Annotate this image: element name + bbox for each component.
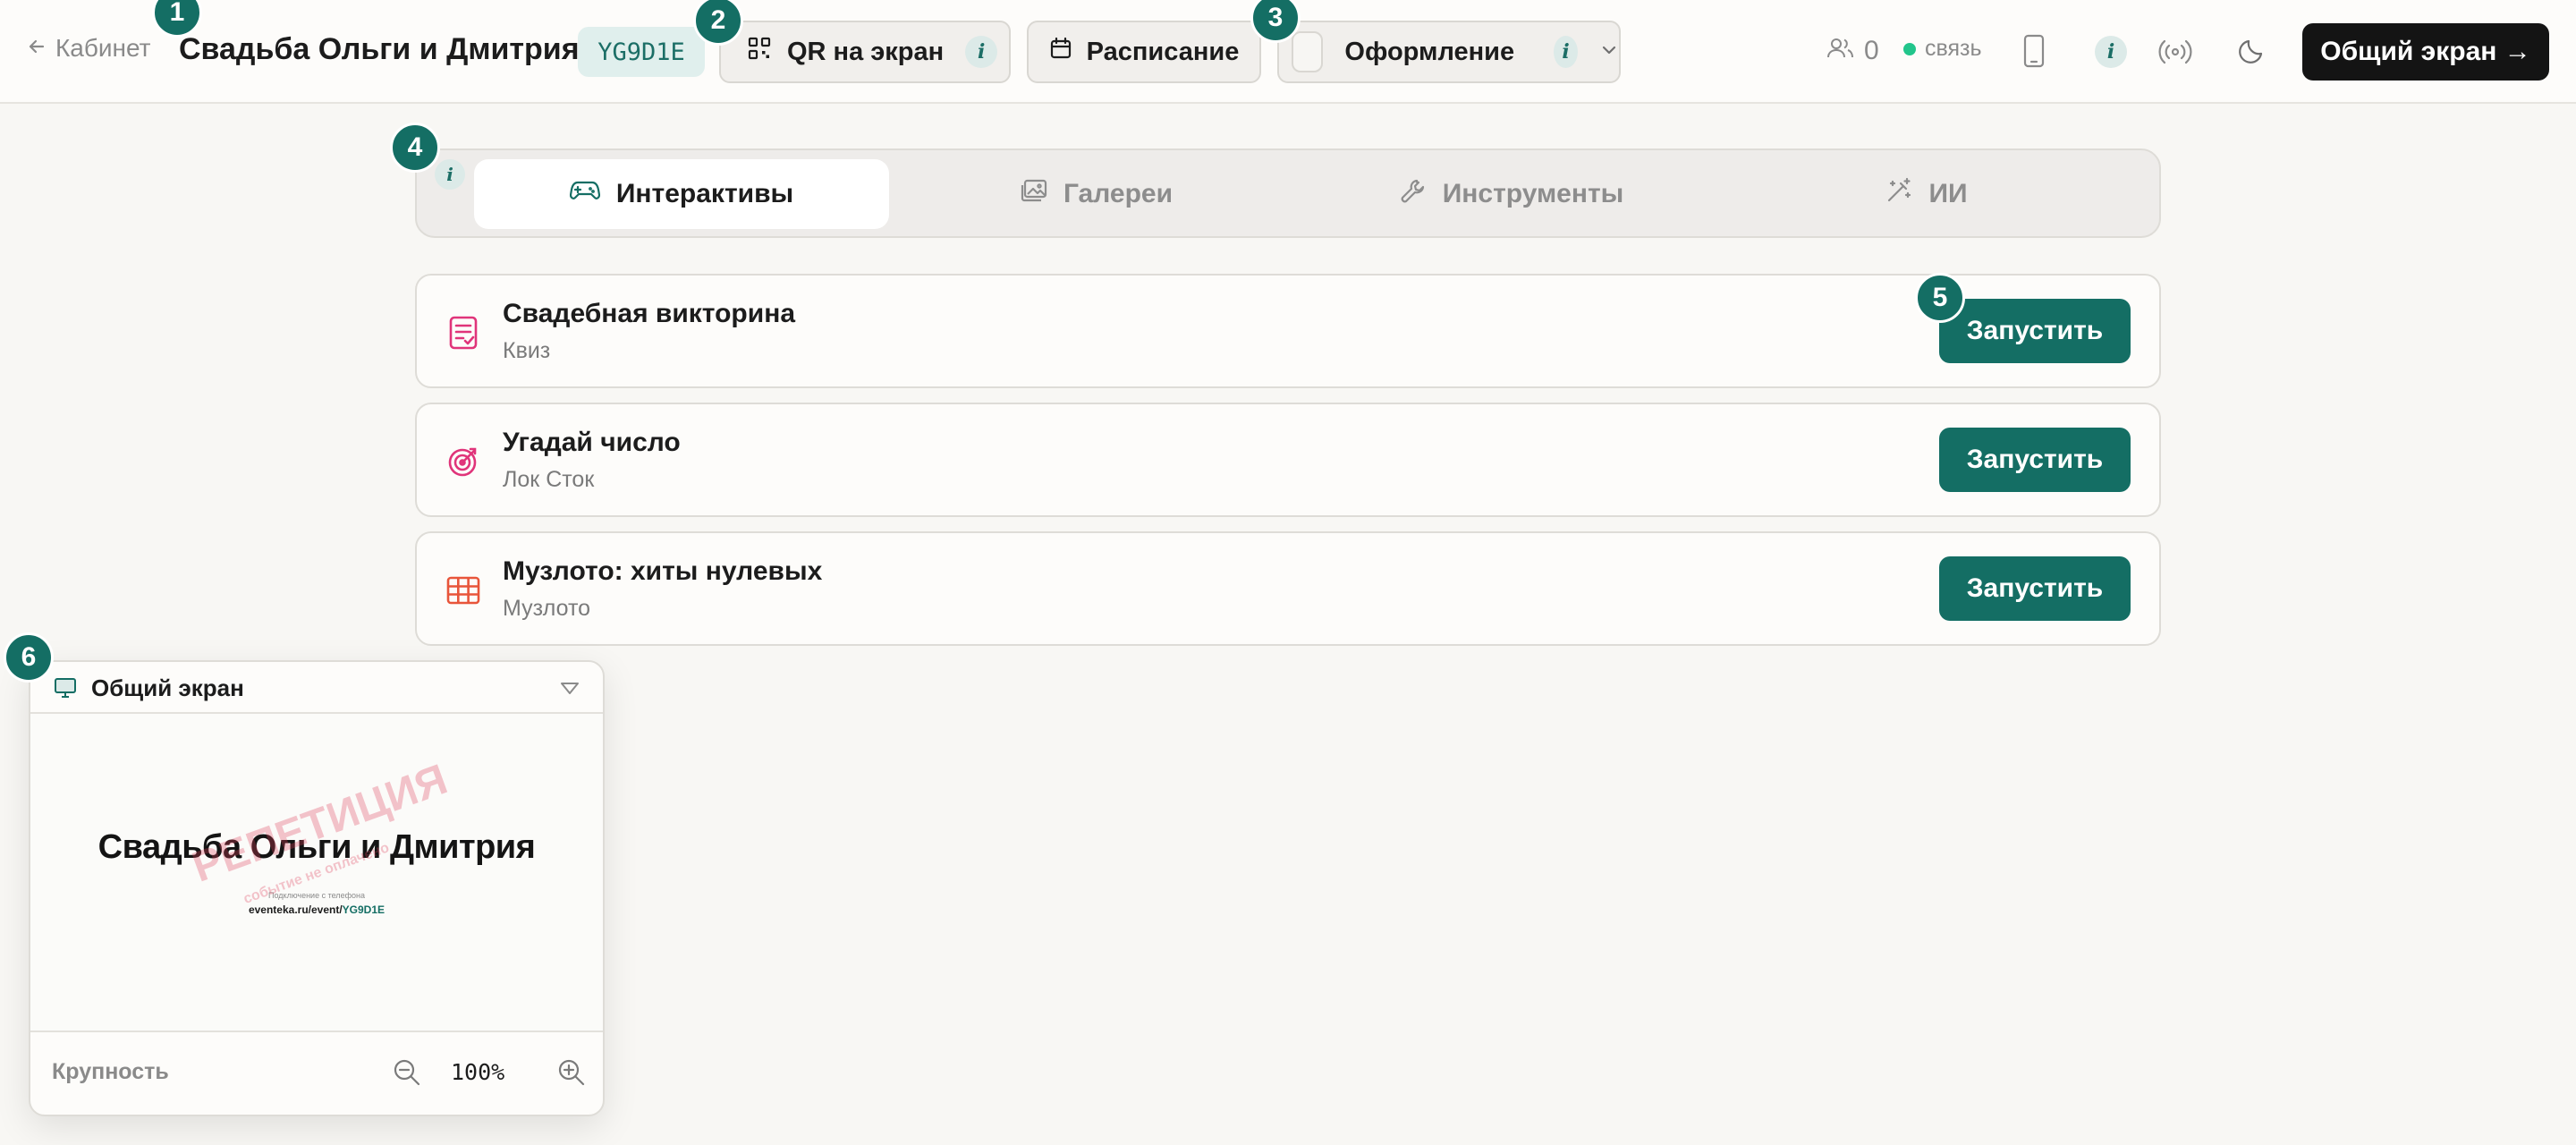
activity-title: Угадай число <box>503 428 681 457</box>
arrow-left-icon <box>27 34 47 63</box>
calendar-icon <box>1049 37 1072 67</box>
tab-interactives[interactable]: Интерактивы <box>474 159 889 229</box>
activity-card: Свадебная викторина Квиз Запустить <box>415 274 2161 388</box>
activity-subtitle: Лок Сток <box>503 467 595 492</box>
tab-galleries[interactable]: Галереи <box>889 159 1304 229</box>
activity-card: Угадай число Лок Сток Запустить <box>415 403 2161 517</box>
quiz-icon <box>445 315 481 351</box>
tab-interactives-label: Интерактивы <box>615 179 794 208</box>
participants-counter: 0 <box>1826 36 1879 66</box>
shared-screen-panel: Общий экран Свадьба Ольги и Дмитрия Подк… <box>29 660 605 1116</box>
qr-code-icon <box>748 37 771 67</box>
users-icon <box>1826 37 1855 66</box>
magic-wand-icon <box>1885 177 1912 211</box>
activity-title: Музлото: хиты нулевых <box>503 556 823 586</box>
qr-info-icon[interactable]: i <box>965 36 998 68</box>
preview-url-prefix: eventeka.ru/event/ <box>248 903 343 916</box>
collapse-triangle-icon[interactable] <box>560 682 580 700</box>
theme-swatch <box>1292 31 1324 72</box>
event-code-badge[interactable]: YG9D1E <box>578 27 705 77</box>
participants-count: 0 <box>1864 36 1879 65</box>
connection-label: связь <box>1925 36 1982 61</box>
connection-status: связь <box>1903 36 1982 62</box>
chevron-down-icon <box>1599 38 1619 67</box>
preview-join-url: eventeka.ru/event/YG9D1E <box>30 903 603 916</box>
shared-screen-preview: Свадьба Ольги и Дмитрия Подключение с те… <box>30 714 603 1032</box>
zoom-controls: Крупность 100% <box>30 1032 603 1115</box>
step-marker-4: 4 <box>390 123 440 173</box>
broadcast-icon[interactable] <box>2157 36 2193 72</box>
shared-screen-header[interactable]: Общий экран <box>30 662 603 714</box>
tab-tools-label: Инструменты <box>1442 179 1624 208</box>
back-link-label: Кабинет <box>55 34 151 62</box>
design-dropdown[interactable]: Оформление i <box>1277 21 1621 83</box>
run-button[interactable]: Запустить <box>1939 428 2131 492</box>
section-tabs: i Интерактивы Галереи Инструменты ИИ <box>415 148 2161 238</box>
activity-card: Музлото: хиты нулевых Музлото Запустить <box>415 531 2161 646</box>
size-label: Крупность <box>52 1059 169 1084</box>
tab-ai[interactable]: ИИ <box>1719 159 2134 229</box>
event-title: Свадьба Ольги и Дмитрия <box>179 32 580 66</box>
design-label: Оформление <box>1344 37 1515 66</box>
run-button[interactable]: Запустить <box>1939 299 2131 363</box>
shared-screen-title: Общий экран <box>91 674 244 701</box>
target-icon <box>445 444 481 479</box>
preview-join-hint: Подключение с телефона <box>268 891 365 900</box>
share-screen-button[interactable]: Общий экран → <box>2302 23 2549 81</box>
monitor-icon <box>54 677 77 703</box>
tabs-info-icon[interactable]: i <box>435 159 465 190</box>
phone-icon[interactable] <box>2021 34 2046 72</box>
wrench-icon <box>1400 177 1427 211</box>
header-info-icon[interactable]: i <box>2095 36 2127 68</box>
activity-subtitle: Квиз <box>503 338 551 363</box>
preview-url-code: YG9D1E <box>342 903 386 916</box>
zoom-value: 100% <box>451 1059 505 1085</box>
gamepad-icon <box>569 179 600 209</box>
tab-ai-label: ИИ <box>1928 179 1968 208</box>
activity-subtitle: Музлото <box>503 596 591 621</box>
status-dot <box>1903 42 1916 55</box>
run-button[interactable]: Запустить <box>1939 556 2131 621</box>
schedule-button[interactable]: Расписание <box>1027 21 1261 83</box>
design-info-icon[interactable]: i <box>1554 36 1578 68</box>
zoom-out-icon[interactable] <box>392 1057 422 1092</box>
image-icon <box>1021 179 1047 209</box>
step-marker-5: 5 <box>1915 273 1965 323</box>
grid-icon <box>445 572 481 608</box>
qr-screen-button[interactable]: QR на экран i <box>719 21 1011 83</box>
back-link[interactable]: Кабинет <box>27 34 151 63</box>
tab-tools[interactable]: Инструменты <box>1304 159 1719 229</box>
zoom-in-icon[interactable] <box>556 1057 587 1092</box>
schedule-label: Расписание <box>1086 37 1240 66</box>
activity-title: Свадебная викторина <box>503 299 795 328</box>
moon-icon[interactable] <box>2236 34 2268 71</box>
qr-screen-label: QR на экран <box>787 37 945 66</box>
step-marker-6: 6 <box>4 632 54 683</box>
tab-galleries-label: Галереи <box>1063 179 1174 208</box>
